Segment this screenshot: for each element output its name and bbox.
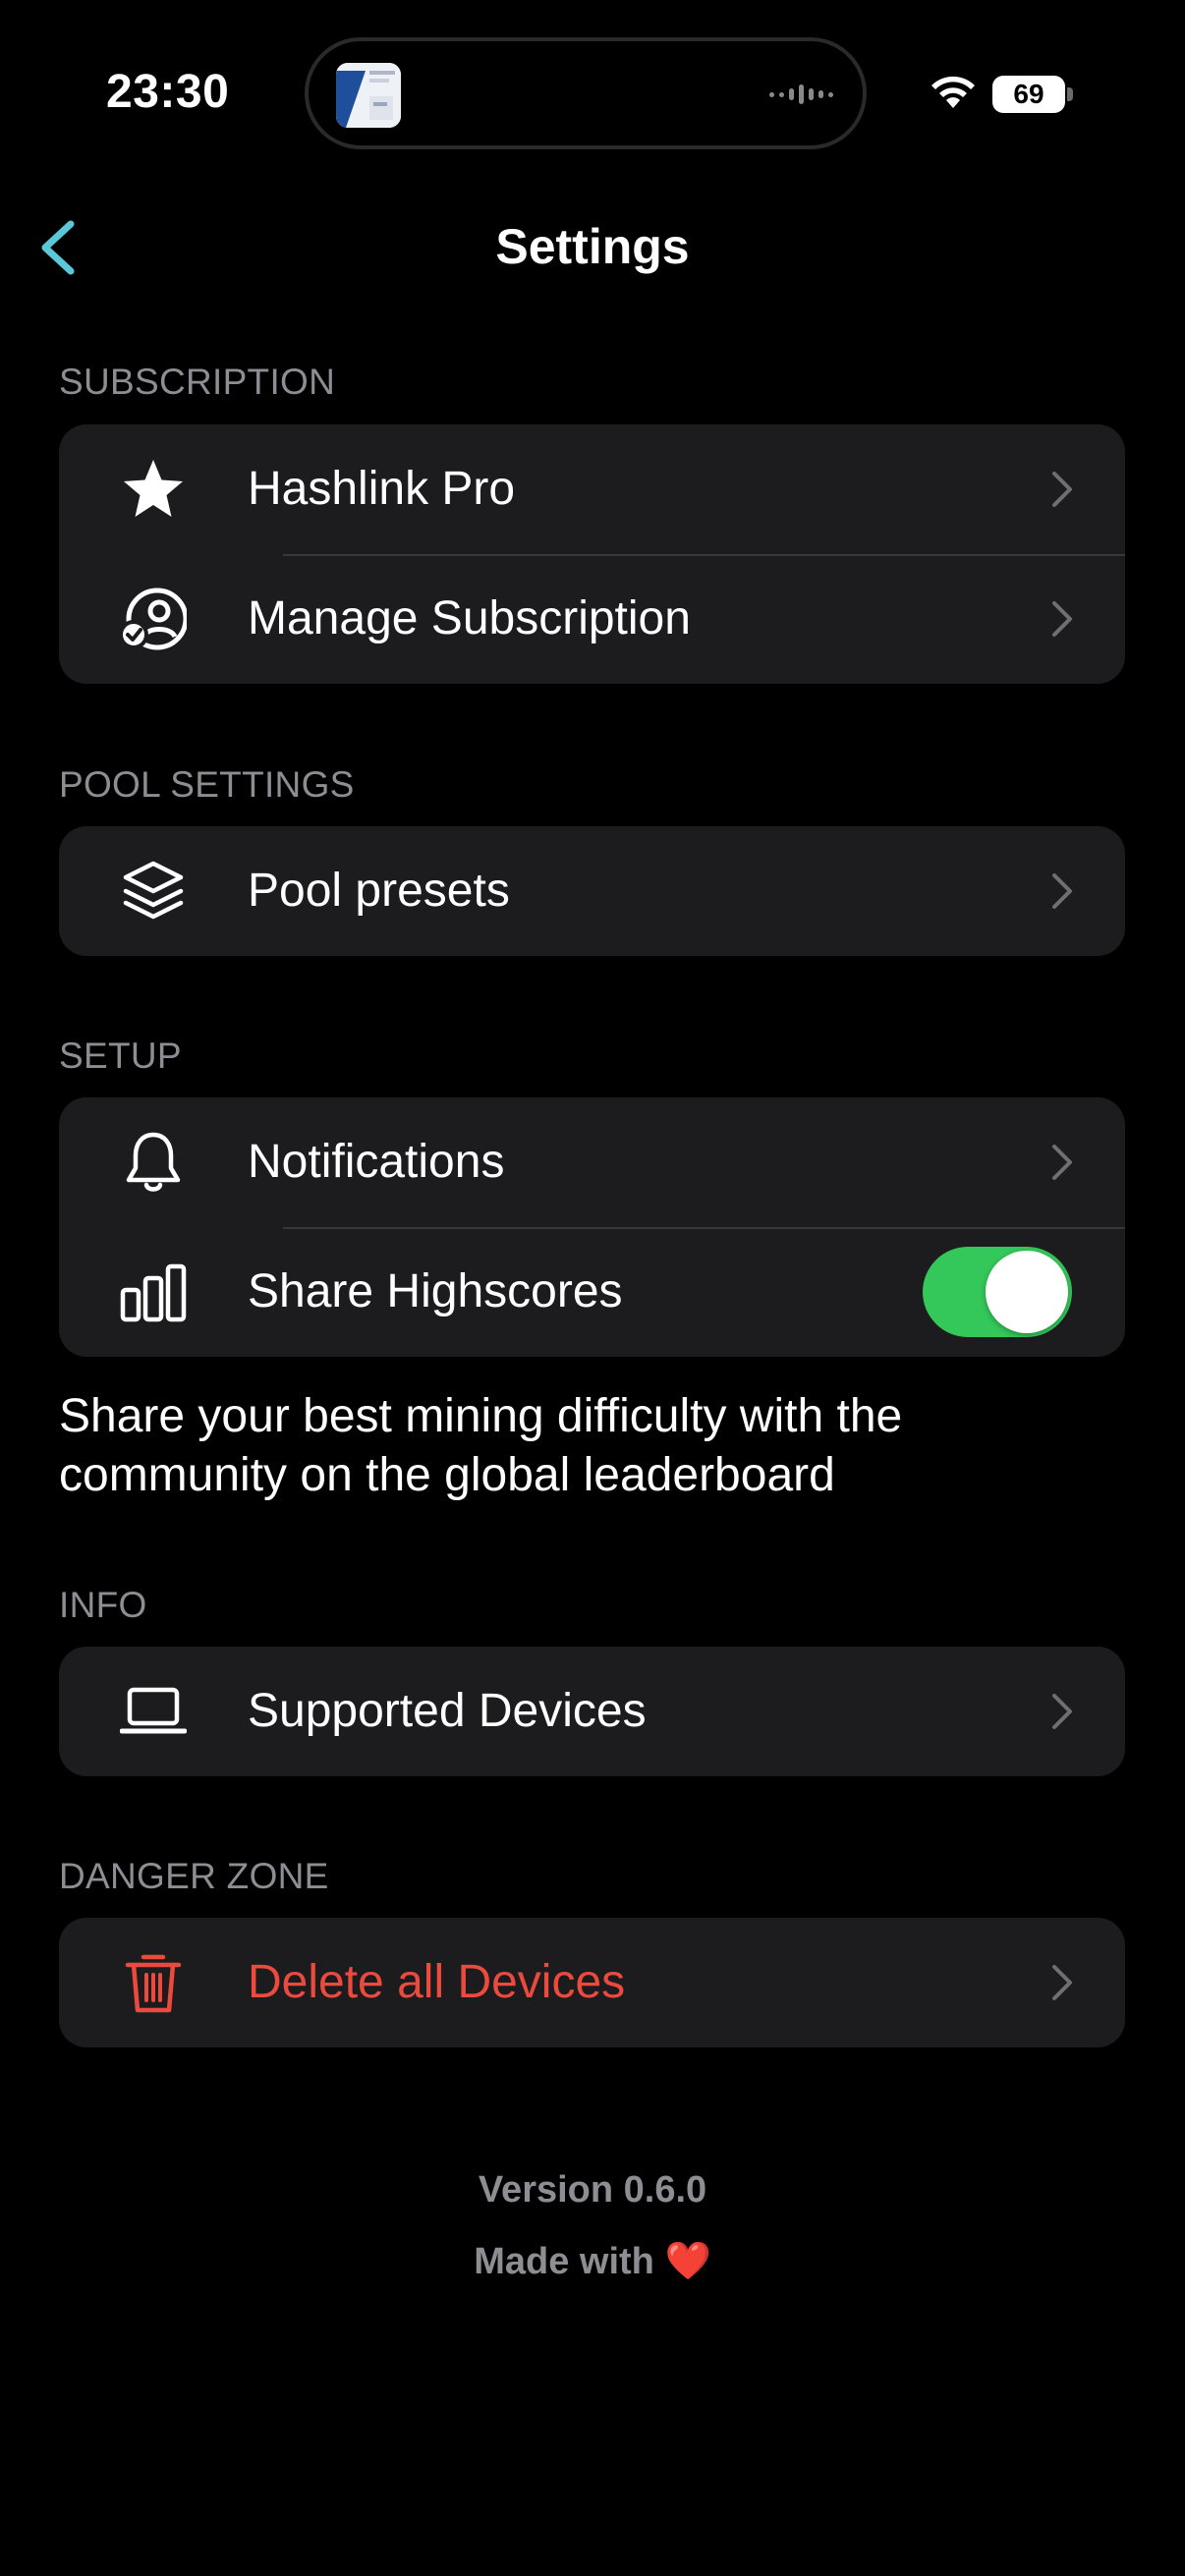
made-with-text: Made with (474, 2241, 654, 2282)
share-highscores-toggle[interactable] (923, 1247, 1072, 1337)
laptop-icon (120, 1687, 187, 1734)
danger-zone-group: Delete all Devices (59, 1918, 1125, 2047)
row-manage-subscription[interactable]: Manage Subscription (59, 554, 1125, 684)
row-label: Manage Subscription (248, 592, 691, 644)
row-label: Notifications (248, 1136, 505, 1188)
row-label: Share Highscores (248, 1265, 623, 1317)
section-header-subscription: SUBSCRIPTION (59, 362, 336, 402)
share-highscores-description: Share your best mining difficulty with t… (59, 1390, 903, 1501)
made-with-label: Made with ❤️ (0, 2240, 1185, 2283)
setup-group: Notifications Share Highscores (59, 1097, 1125, 1357)
row-label: Hashlink Pro (248, 463, 516, 515)
row-hashlink-pro[interactable]: Hashlink Pro (59, 424, 1125, 554)
section-header-danger-zone: DANGER ZONE (59, 1856, 329, 1896)
app-thumbnail-icon (336, 63, 401, 128)
row-label: Pool presets (248, 865, 510, 917)
row-supported-devices[interactable]: Supported Devices (59, 1647, 1125, 1776)
row-delete-all-devices[interactable]: Delete all Devices (59, 1918, 1125, 2047)
page-title: Settings (495, 219, 690, 274)
heart-icon: ❤️ (664, 2241, 711, 2282)
info-group: Supported Devices (59, 1647, 1125, 1776)
chevron-right-icon (1052, 1694, 1072, 1729)
row-notifications[interactable]: Notifications (59, 1097, 1125, 1227)
wifi-icon (931, 76, 975, 108)
chevron-right-icon (1052, 1145, 1072, 1180)
chevron-right-icon (1052, 472, 1072, 507)
section-header-info: INFO (59, 1585, 147, 1625)
row-pool-presets[interactable]: Pool presets (59, 826, 1125, 956)
battery-indicator: 69 (992, 76, 1065, 113)
pool-settings-group: Pool presets (59, 826, 1125, 956)
dynamic-island[interactable] (305, 37, 867, 149)
bar-chart-icon (120, 1263, 187, 1322)
chevron-right-icon (1052, 1965, 1072, 2000)
section-header-pool-settings: POOL SETTINGS (59, 764, 355, 805)
star-icon (124, 460, 183, 517)
battery-tip (1067, 87, 1073, 101)
audio-waveform-icon (769, 84, 833, 104)
chevron-right-icon (1052, 601, 1072, 637)
bell-icon (126, 1132, 181, 1192)
section-header-setup: SETUP (59, 1036, 182, 1076)
trash-icon (125, 1954, 182, 2013)
version-label: Version 0.6.0 (478, 2169, 707, 2211)
row-label: Delete all Devices (248, 1956, 626, 2008)
row-share-highscores: Share Highscores (59, 1227, 1125, 1357)
toggle-knob (986, 1251, 1068, 1333)
row-label: Supported Devices (248, 1685, 647, 1737)
person-checkmark-icon (120, 588, 187, 650)
subscription-group: Hashlink Pro Manage Subscription (59, 424, 1125, 684)
chevron-right-icon (1052, 873, 1072, 909)
layers-icon (123, 861, 184, 920)
status-time: 23:30 (106, 66, 230, 118)
